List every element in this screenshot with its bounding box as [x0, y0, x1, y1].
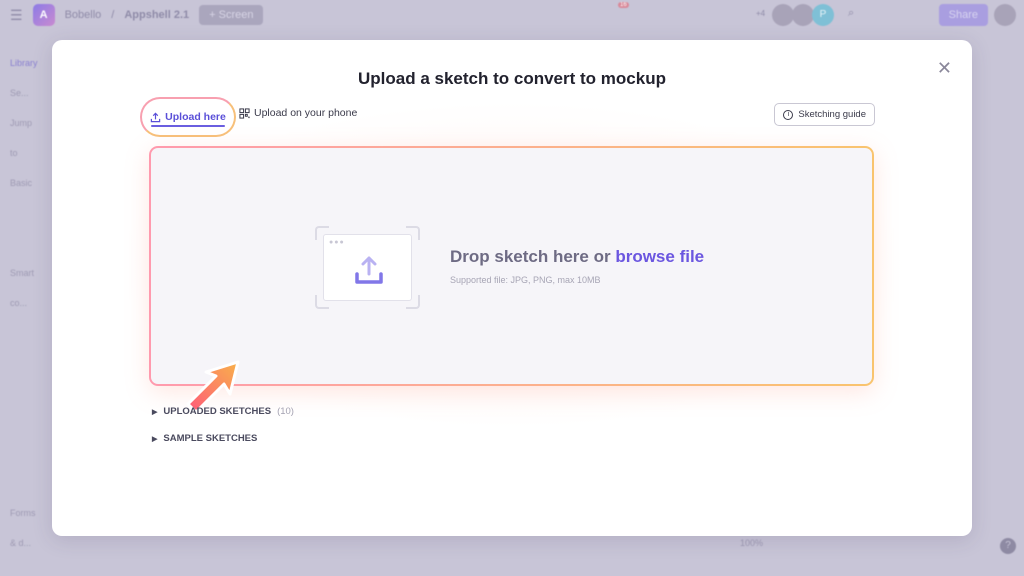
caret-right-icon: ▶ — [152, 408, 158, 416]
tab-upload-here[interactable]: Upload here — [140, 97, 236, 137]
help-button[interactable]: ? — [1000, 538, 1016, 554]
menu-icon[interactable]: ☰ — [10, 7, 23, 24]
upload-sketch-modal: Upload a sketch to convert to mockup ✕ U… — [52, 40, 972, 536]
avatar[interactable] — [772, 4, 794, 26]
top-bar: ☰ A Bobello / Appshell 2.1 + Screen 16 +… — [0, 0, 1024, 30]
sketch-dropzone[interactable]: ●●● Drop sketch here or browse file Supp… — [149, 146, 874, 386]
breadcrumb-project[interactable]: Bobello — [65, 9, 102, 21]
add-screen-button[interactable]: + Screen — [199, 5, 264, 25]
uploaded-sketches-toggle[interactable]: ▶ UPLOADED SKETCHES (10) — [152, 406, 294, 417]
supported-files: Supported file: JPG, PNG, max 10MB — [450, 275, 601, 285]
drop-instructions: Drop sketch here or browse file — [450, 247, 705, 266]
info-icon: i — [783, 109, 794, 120]
collaborators-extra[interactable]: +4 — [756, 9, 765, 18]
close-icon[interactable]: ✕ — [937, 58, 952, 79]
search-icon[interactable]: ⌕ — [848, 7, 854, 20]
upload-icon — [150, 112, 161, 122]
share-button[interactable]: Share — [938, 4, 988, 26]
jump-to[interactable]: Jump to — [10, 108, 40, 168]
sample-sketches-toggle[interactable]: ▶ SAMPLE SKETCHES — [152, 433, 257, 444]
upload-illustration: ●●● — [315, 226, 420, 309]
qr-code-icon — [239, 107, 250, 119]
section-smart: Smart co... — [10, 268, 35, 308]
zoom-level[interactable]: 100% — [740, 538, 763, 548]
upload-icon — [355, 256, 383, 284]
browse-file-link[interactable]: browse file — [615, 247, 704, 266]
breadcrumb-file[interactable]: Appshell 2.1 — [124, 9, 189, 21]
left-sidebar: Library Se... Jump to Basic Smart co... … — [0, 40, 50, 576]
sketching-guide-button[interactable]: i Sketching guide — [774, 103, 875, 126]
avatar[interactable]: P — [812, 4, 834, 26]
sidebar-tab-library[interactable]: Library — [10, 48, 40, 78]
section-basic: Basic — [10, 178, 33, 188]
user-avatar[interactable] — [994, 4, 1016, 26]
sidebar-search[interactable]: Se... — [10, 78, 40, 108]
avatar[interactable] — [792, 4, 814, 26]
section-forms: Forms & d... — [10, 508, 36, 548]
caret-right-icon: ▶ — [152, 435, 158, 443]
tab-upload-phone[interactable]: Upload on your phone — [239, 107, 357, 119]
app-logo[interactable]: A — [32, 4, 55, 26]
modal-title: Upload a sketch to convert to mockup — [358, 69, 666, 88]
notification-badge: 16 — [618, 2, 629, 8]
